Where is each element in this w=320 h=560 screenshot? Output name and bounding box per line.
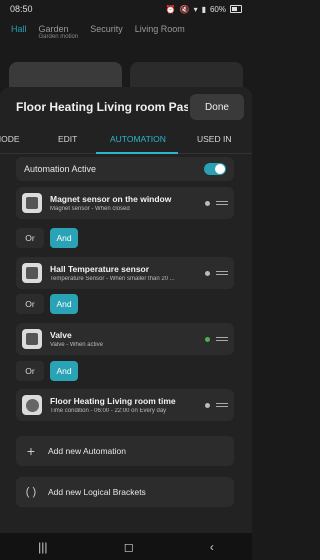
or-button[interactable]: Or <box>16 228 44 248</box>
automation-subtitle: Magnet sensor - When closed <box>50 206 130 212</box>
status-dot-active <box>205 336 210 342</box>
automation-title: Floor Heating Living room time <box>50 396 176 406</box>
done-button[interactable]: Done <box>190 94 244 120</box>
add-automation-label: Add new Automation <box>48 446 126 456</box>
drag-handle-icon[interactable] <box>216 403 228 407</box>
sheet-title: Floor Heating Living room Passiv... <box>16 100 188 114</box>
sheet-header: Floor Heating Living room Passiv... Done <box>0 87 252 127</box>
room-tab-hall[interactable]: Hall <box>11 24 27 52</box>
automation-item[interactable]: Valve Valve - When active <box>16 323 234 355</box>
plus-icon: + <box>26 443 36 459</box>
and-button[interactable]: And <box>50 228 78 248</box>
room-tabs: Hall Garden Garden motion Security Livin… <box>0 24 252 52</box>
signal-icon: ▮ <box>201 4 206 14</box>
or-button[interactable]: Or <box>16 361 44 381</box>
or-button[interactable]: Or <box>16 294 44 314</box>
status-dot <box>205 200 210 206</box>
clock-icon <box>22 395 42 415</box>
tab-mode[interactable]: MODE <box>0 134 20 144</box>
magnet-sensor-icon <box>22 193 42 213</box>
add-brackets-label: Add new Logical Brackets <box>48 487 146 497</box>
temperature-sensor-icon <box>22 263 42 283</box>
wifi-icon: ▾ <box>193 4 198 14</box>
automation-active-label: Automation Active <box>24 164 97 174</box>
status-dot <box>205 270 210 276</box>
sheet-tabs: MODE EDIT AUTOMATION USED IN <box>0 127 252 154</box>
and-button[interactable]: And <box>50 361 78 381</box>
automation-title: Hall Temperature sensor <box>50 264 150 274</box>
system-nav-bar: ||| ◻ ‹ <box>0 533 252 560</box>
automation-title: Valve <box>50 330 72 340</box>
home-icon[interactable]: ◻ <box>124 540 134 554</box>
automation-subtitle: Valve - When active <box>50 342 103 348</box>
valve-icon <box>22 329 42 349</box>
drag-handle-icon[interactable] <box>216 271 228 275</box>
add-brackets-button[interactable]: ( ) Add new Logical Brackets <box>16 477 234 507</box>
automation-item[interactable]: Magnet sensor on the window Magnet senso… <box>16 187 234 219</box>
battery-icon <box>230 5 242 13</box>
automation-sheet: Floor Heating Living room Passiv... Done… <box>0 87 252 533</box>
active-tab-indicator <box>96 152 178 154</box>
add-automation-button[interactable]: + Add new Automation <box>16 436 234 466</box>
automation-active-row: Automation Active <box>16 157 234 181</box>
status-bar: 08:50 ⏰ 🔇 ▾ ▮ 60% <box>0 0 252 18</box>
recent-apps-icon[interactable]: ||| <box>38 540 47 554</box>
tab-edit[interactable]: EDIT <box>58 134 77 144</box>
automation-title: Magnet sensor on the window <box>50 194 172 204</box>
and-button[interactable]: And <box>50 294 78 314</box>
battery-percent: 60% <box>209 4 226 14</box>
room-tab-living-room[interactable]: Living Room <box>135 24 185 52</box>
logic-connector: Or And <box>16 294 78 314</box>
drag-handle-icon[interactable] <box>216 337 228 341</box>
drag-handle-icon[interactable] <box>216 201 228 205</box>
status-dot <box>205 402 210 408</box>
room-tab-garden[interactable]: Garden Garden motion <box>39 24 79 52</box>
brackets-icon: ( ) <box>25 486 37 498</box>
mute-icon: 🔇 <box>179 4 190 14</box>
status-time: 08:50 <box>10 4 33 14</box>
logic-connector: Or And <box>16 361 78 381</box>
room-tab-security[interactable]: Security <box>90 24 123 52</box>
status-icons: ⏰ 🔇 ▾ ▮ 60% <box>166 5 242 14</box>
automation-item[interactable]: Floor Heating Living room time Time cond… <box>16 389 234 421</box>
back-icon[interactable]: ‹ <box>210 540 214 554</box>
automation-item[interactable]: Hall Temperature sensor Temperature Sens… <box>16 257 234 289</box>
automation-active-toggle[interactable] <box>204 163 226 175</box>
tab-automation[interactable]: AUTOMATION <box>110 134 166 144</box>
tab-used-in[interactable]: USED IN <box>197 134 231 144</box>
logic-connector: Or And <box>16 228 78 248</box>
automation-subtitle: Temperature Sensor - When smaller than 2… <box>50 276 175 282</box>
automation-subtitle: Time condition - 06:00 - 22:00 on Every … <box>50 408 167 414</box>
alarm-icon: ⏰ <box>165 4 176 14</box>
